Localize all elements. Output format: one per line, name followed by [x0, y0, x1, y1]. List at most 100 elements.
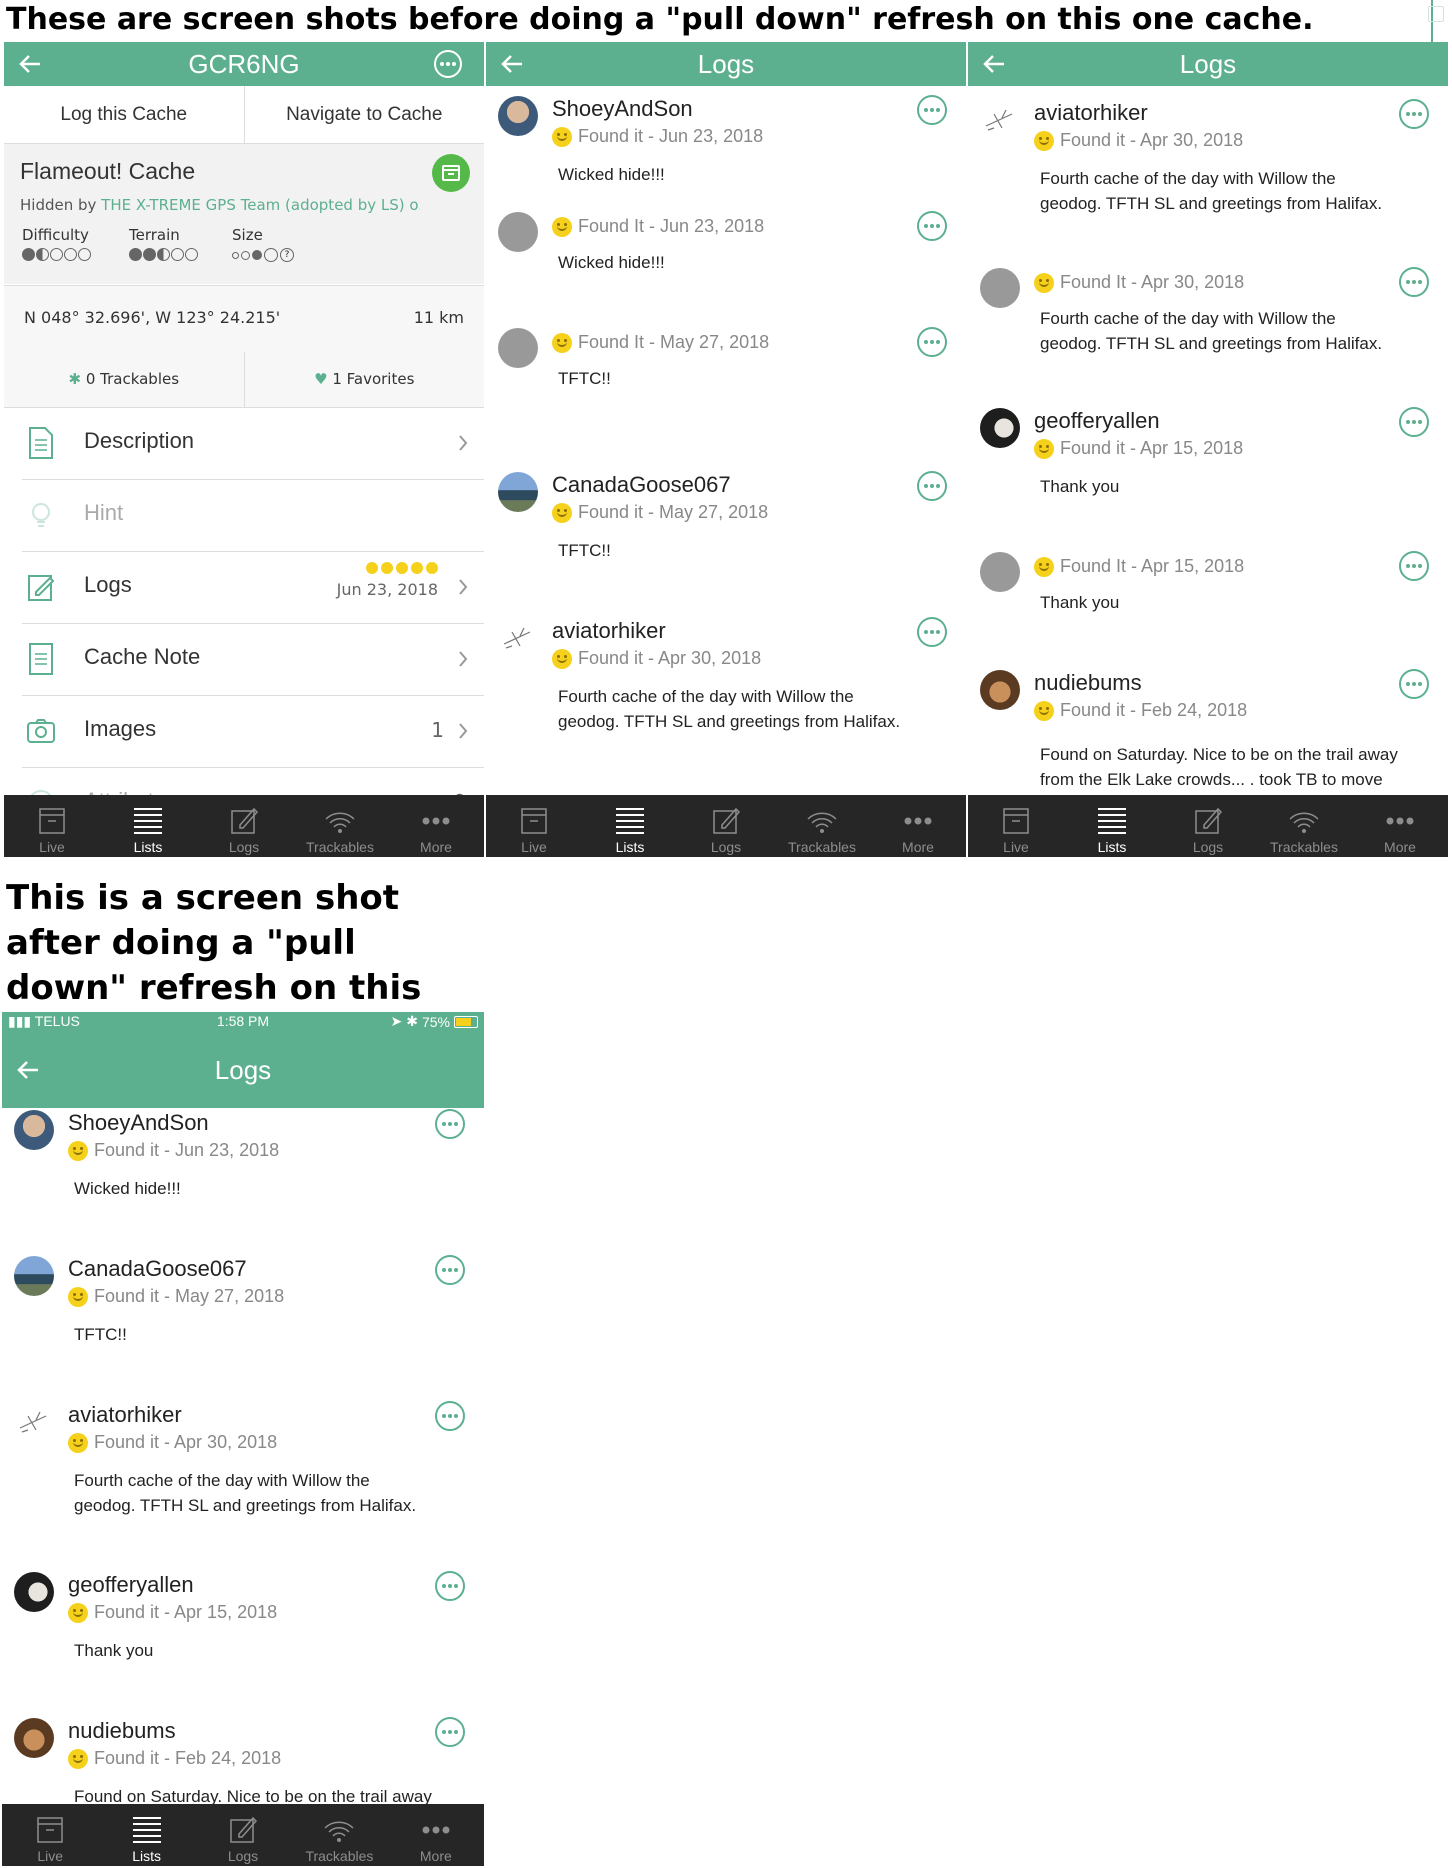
avatar[interactable] [980, 670, 1020, 710]
avatar[interactable] [14, 1256, 54, 1296]
avatar[interactable] [14, 1718, 54, 1758]
more-options-icon[interactable] [434, 1108, 466, 1140]
tab-lists[interactable]: Lists [98, 1804, 194, 1866]
log-text: Fourth cache of the day with Willow the … [74, 1471, 417, 1515]
tab-label: Logs [227, 1848, 259, 1864]
avatar[interactable] [14, 1402, 54, 1442]
tab-logs[interactable]: Logs [1160, 795, 1256, 857]
smiley-icon [68, 1286, 88, 1307]
menu-item-logs[interactable]: Logs Jun 23, 2018 [22, 552, 484, 624]
avatar[interactable] [498, 618, 538, 658]
hidden-by-prefix: Hidden by [20, 196, 102, 214]
tab-more[interactable]: More [388, 795, 484, 857]
tab-live[interactable]: Live [4, 795, 100, 857]
menu-label: Description [84, 428, 195, 453]
trackables-button[interactable]: ✱ 0 Trackables [4, 352, 244, 407]
more-options-icon[interactable] [1398, 266, 1430, 298]
pencil-icon [231, 807, 259, 834]
log-username[interactable]: aviatorhiker [68, 1402, 182, 1428]
tab-more[interactable]: More [388, 1804, 484, 1866]
more-options-icon[interactable] [916, 94, 948, 126]
owner-link[interactable]: THE X-TREME GPS Team (adopted by LS) o..… [101, 196, 420, 214]
log-username[interactable]: CanadaGoose067 [68, 1256, 247, 1282]
tab-label: Trackables [306, 839, 374, 855]
tab-logs[interactable]: Logs [195, 1804, 291, 1866]
log-username[interactable]: ShoeyAndSon [68, 1110, 209, 1136]
more-options-icon[interactable] [1398, 550, 1430, 582]
tab-lists[interactable]: Lists [1064, 795, 1160, 857]
tab-label: More [1384, 839, 1416, 855]
list-icon [1098, 808, 1126, 834]
avatar[interactable] [980, 408, 1020, 448]
more-options-icon[interactable] [916, 210, 948, 242]
avatar[interactable] [980, 552, 1020, 592]
avatar[interactable] [980, 100, 1020, 140]
battery-icon [454, 1015, 478, 1028]
favorites-button[interactable]: ♥ 1 Favorites [243, 352, 485, 407]
tab-more[interactable]: More [870, 795, 966, 857]
log-type-row: Found It - May 27, 2018 [552, 332, 769, 353]
log-username[interactable]: aviatorhiker [552, 618, 666, 644]
log-username[interactable]: geofferyallen [1034, 408, 1160, 434]
more-options-icon[interactable] [432, 48, 464, 80]
coordinates-row[interactable]: N 048° 32.696', W 123° 24.215' 11 km [4, 285, 484, 353]
tab-label: Logs [228, 839, 260, 855]
recent-found-icons [337, 562, 438, 574]
tab-live[interactable]: Live [486, 795, 582, 857]
trackables-count: 0 Trackables [85, 370, 180, 388]
avatar[interactable] [498, 472, 538, 512]
log-cache-button[interactable]: Log this Cache [4, 86, 244, 143]
tab-trackables[interactable]: Trackables [1256, 795, 1352, 857]
menu-item-cache-note[interactable]: Cache Note [22, 624, 484, 696]
more-options-icon[interactable] [916, 616, 948, 648]
more-options-icon[interactable] [434, 1716, 466, 1748]
location-icon: ➤ [390, 1013, 403, 1029]
log-username[interactable]: ShoeyAndSon [552, 96, 693, 122]
tab-live[interactable]: Live [968, 795, 1064, 857]
log-username[interactable]: nudiebums [68, 1718, 176, 1744]
tab-lists[interactable]: Lists [582, 795, 678, 857]
more-options-icon[interactable] [434, 1570, 466, 1602]
log-username[interactable]: CanadaGoose067 [552, 472, 731, 498]
more-options-icon[interactable] [1398, 668, 1430, 700]
tab-live[interactable]: Live [2, 1804, 98, 1866]
avatar[interactable] [498, 212, 538, 252]
pencil-icon [230, 1816, 258, 1843]
tab-lists[interactable]: Lists [100, 795, 196, 857]
tab-more[interactable]: More [1352, 795, 1448, 857]
more-options-icon[interactable] [434, 1254, 466, 1286]
more-options-icon[interactable] [1398, 406, 1430, 438]
log-username[interactable]: geofferyallen [68, 1572, 194, 1598]
avatar[interactable] [980, 268, 1020, 308]
more-options-icon[interactable] [434, 1400, 466, 1432]
coordinates: N 048° 32.696', W 123° 24.215' [24, 308, 281, 327]
avatar[interactable] [14, 1572, 54, 1612]
more-options-icon[interactable] [1398, 98, 1430, 130]
menu-item-images[interactable]: Images 1 [22, 696, 484, 768]
menu-label: Cache Note [84, 644, 201, 669]
battery-fill [456, 1017, 471, 1026]
tab-logs[interactable]: Logs [678, 795, 774, 857]
avatar[interactable] [14, 1110, 54, 1150]
menu-item-description[interactable]: Description [22, 408, 484, 480]
distance: 11 km [413, 308, 464, 327]
log-type-row: Found It - Jun 23, 2018 [552, 216, 764, 237]
log-text: TFTC!! [558, 369, 611, 388]
tab-trackables[interactable]: Trackables [774, 795, 870, 857]
tab-trackables[interactable]: Trackables [291, 1804, 387, 1866]
tab-logs[interactable]: Logs [196, 795, 292, 857]
navigate-button[interactable]: Navigate to Cache [243, 86, 485, 143]
menu-item-hint[interactable]: Hint [22, 480, 484, 552]
smiley-icon [411, 562, 423, 574]
size-label: Size [232, 226, 263, 244]
tab-trackables[interactable]: Trackables [292, 795, 388, 857]
navbar: GCR6NG [4, 42, 484, 86]
log-username[interactable]: nudiebums [1034, 670, 1142, 696]
log-username[interactable]: aviatorhiker [1034, 100, 1148, 126]
more-options-icon[interactable] [916, 470, 948, 502]
avatar[interactable] [498, 96, 538, 136]
avatar[interactable] [498, 328, 538, 368]
tab-label: More [420, 839, 452, 855]
log-type-row: Found It - Apr 30, 2018 [1034, 272, 1244, 293]
more-options-icon[interactable] [916, 326, 948, 358]
